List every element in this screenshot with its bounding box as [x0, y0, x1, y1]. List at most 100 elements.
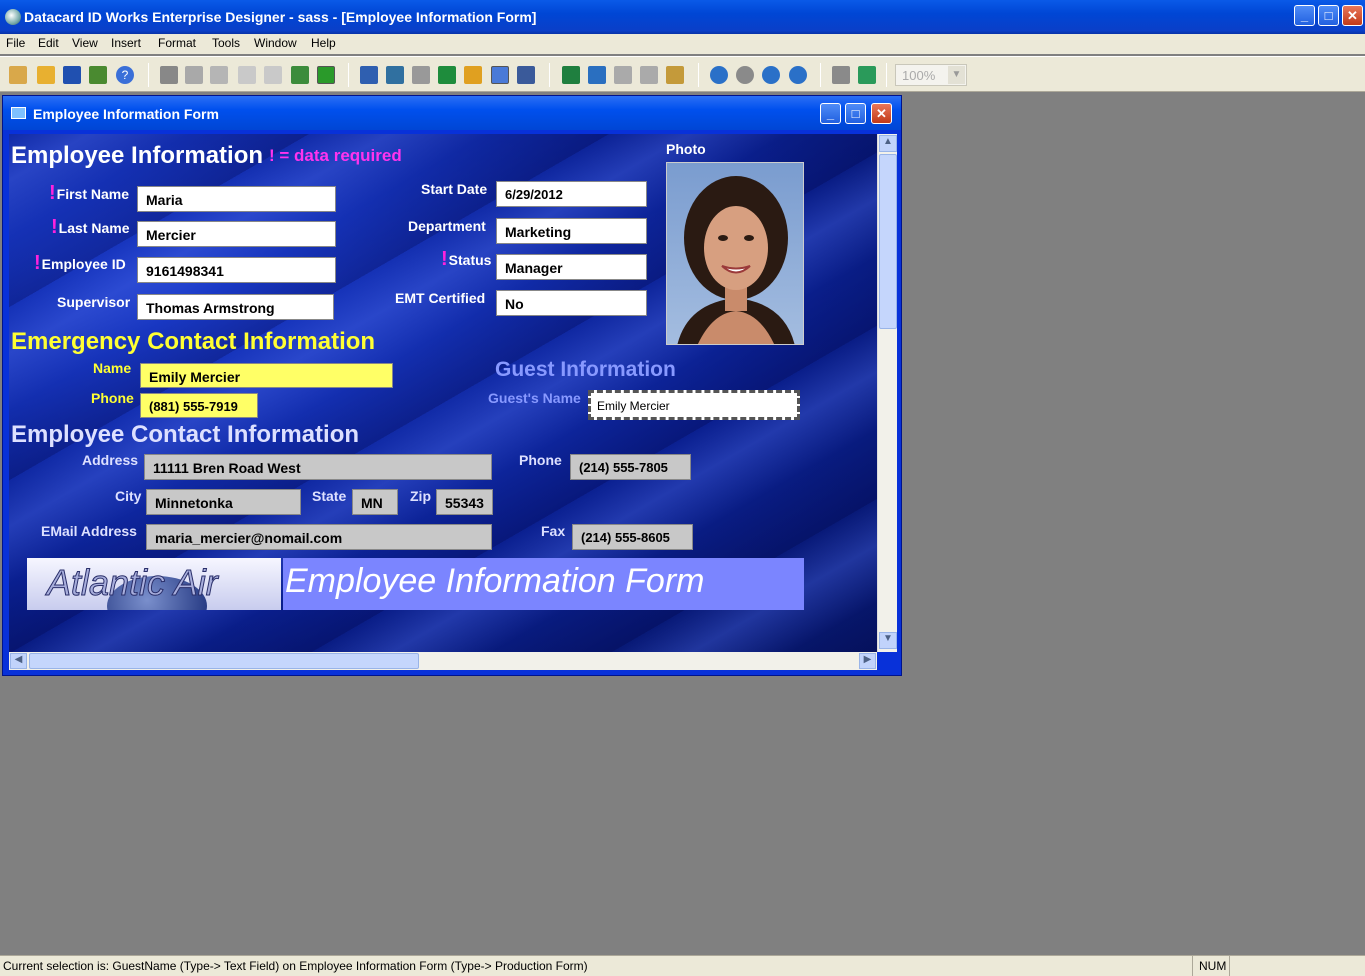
employee-form-canvas: Employee Information ! = data required !…: [9, 134, 877, 652]
help-icon[interactable]: ?: [116, 66, 134, 84]
address-field[interactable]: 11111 Bren Road West: [144, 454, 492, 480]
supervisor-field[interactable]: Thomas Armstrong: [137, 294, 334, 320]
city-field[interactable]: Minnetonka: [146, 489, 301, 515]
status-field[interactable]: Manager: [496, 254, 647, 280]
paste-icon[interactable]: [210, 66, 228, 84]
guests-name-field[interactable]: Emily Mercier: [588, 390, 800, 420]
form-banner: Employee Information Form: [283, 558, 804, 610]
text-field-icon[interactable]: [360, 66, 378, 84]
required-mark: !: [51, 216, 58, 238]
emergency-name-field[interactable]: Emily Mercier: [140, 363, 393, 388]
menu-window[interactable]: Window: [254, 36, 297, 50]
logo-text: Atlantic Air: [47, 562, 219, 604]
image-icon[interactable]: [412, 66, 430, 84]
photo-label: Photo: [666, 141, 706, 157]
chevron-down-icon[interactable]: ▼: [948, 66, 965, 84]
layout-icon[interactable]: [562, 66, 580, 84]
camera-icon[interactable]: [832, 66, 850, 84]
minimize-button[interactable]: _: [1294, 5, 1315, 26]
fax-label: Fax: [541, 523, 566, 539]
menu-edit[interactable]: Edit: [38, 36, 59, 50]
redo-icon[interactable]: [264, 66, 282, 84]
emt-certified-label: EMT Certified: [395, 290, 486, 306]
menu-insert[interactable]: Insert: [111, 36, 141, 50]
menu-help[interactable]: Help: [311, 36, 336, 50]
label-icon[interactable]: [386, 66, 404, 84]
chart-icon[interactable]: [438, 66, 456, 84]
zoom-value: 100%: [902, 68, 936, 83]
start-date-field[interactable]: 6/29/2012: [496, 181, 647, 207]
num-lock-indicator: NUM: [1192, 956, 1230, 976]
app-icon: [5, 9, 21, 25]
guest-heading: Guest Information: [495, 358, 676, 381]
state-field[interactable]: MN: [352, 489, 398, 515]
zoom-select[interactable]: 100% ▼: [895, 64, 967, 86]
import-icon[interactable]: [291, 66, 309, 84]
menu-bar: File Edit View Insert Format Tools Windo…: [0, 34, 1365, 54]
open-folder-icon[interactable]: [37, 66, 55, 84]
emergency-name-label: Name: [93, 360, 132, 376]
fax-field[interactable]: (214) 555-8605: [572, 524, 693, 550]
required-note: ! = data required: [269, 146, 402, 165]
app-title-bar: Datacard ID Works Enterprise Designer - …: [0, 0, 1365, 34]
start-date-label: Start Date: [421, 181, 488, 197]
emergency-heading: Emergency Contact Information: [11, 328, 376, 355]
employee-id-field[interactable]: 9161498341: [137, 257, 336, 283]
new-icon[interactable]: [9, 66, 27, 84]
print-icon[interactable]: [640, 66, 658, 84]
form-window-title-bar: Employee Information Form _ □ ✕: [3, 96, 901, 130]
emergency-phone-field[interactable]: (881) 555-7919: [140, 393, 258, 418]
save-icon[interactable]: [63, 66, 81, 84]
city-label: City: [115, 488, 142, 504]
scroll-down-icon[interactable]: ▼: [879, 632, 897, 649]
scroll-left-icon[interactable]: ◀: [10, 653, 27, 669]
form-icon: [11, 107, 26, 119]
wizard-icon[interactable]: [89, 66, 107, 84]
maximize-button[interactable]: □: [1318, 5, 1339, 26]
status-label: Status: [448, 252, 492, 268]
copy-icon[interactable]: [185, 66, 203, 84]
department-field[interactable]: Marketing: [496, 218, 647, 244]
zip-field[interactable]: 55343: [436, 489, 493, 515]
encode-icon[interactable]: [666, 66, 684, 84]
menu-file[interactable]: File: [6, 36, 25, 50]
first-name-field[interactable]: Maria: [137, 186, 336, 212]
capture-icon[interactable]: [858, 66, 876, 84]
cut-icon[interactable]: [160, 66, 178, 84]
vertical-scroll-thumb[interactable]: [879, 154, 897, 329]
horizontal-scrollbar[interactable]: ◀ ▶: [9, 652, 877, 670]
design-icon[interactable]: [588, 66, 606, 84]
banner-text: Employee Information Form: [285, 562, 705, 600]
last-name-field[interactable]: Mercier: [137, 221, 336, 247]
menu-format[interactable]: Format: [158, 36, 196, 50]
form-window: Employee Information Form _ □ ✕ Employee…: [2, 95, 902, 676]
child-close-button[interactable]: ✕: [871, 103, 892, 124]
close-button[interactable]: ✕: [1342, 5, 1363, 26]
select-icon[interactable]: [317, 66, 335, 84]
department-label: Department: [408, 218, 486, 234]
scroll-up-icon[interactable]: ▲: [879, 135, 897, 152]
required-mark: !: [34, 252, 41, 274]
child-maximize-button[interactable]: □: [845, 103, 866, 124]
child-minimize-button[interactable]: _: [820, 103, 841, 124]
emt-certified-field[interactable]: No: [496, 290, 647, 316]
menu-view[interactable]: View: [72, 36, 98, 50]
grid-icon[interactable]: [491, 66, 509, 84]
undo-icon[interactable]: [238, 66, 256, 84]
refresh-icon[interactable]: [789, 66, 807, 84]
query-icon[interactable]: [736, 66, 754, 84]
database-icon[interactable]: [710, 66, 728, 84]
barcode-icon[interactable]: [464, 66, 482, 84]
email-field[interactable]: maria_mercier@nomail.com: [146, 524, 492, 550]
employee-photo[interactable]: [666, 162, 804, 345]
required-mark: !: [441, 248, 448, 270]
record-icon[interactable]: [762, 66, 780, 84]
vertical-scrollbar[interactable]: ▲ ▼: [877, 134, 897, 652]
form-icon[interactable]: [517, 66, 535, 84]
phone-field[interactable]: (214) 555-7805: [570, 454, 691, 480]
menu-tools[interactable]: Tools: [212, 36, 240, 50]
scroll-right-icon[interactable]: ▶: [859, 653, 876, 669]
horizontal-scroll-thumb[interactable]: [29, 653, 419, 669]
emergency-phone-label: Phone: [91, 390, 134, 406]
preview-icon[interactable]: [614, 66, 632, 84]
